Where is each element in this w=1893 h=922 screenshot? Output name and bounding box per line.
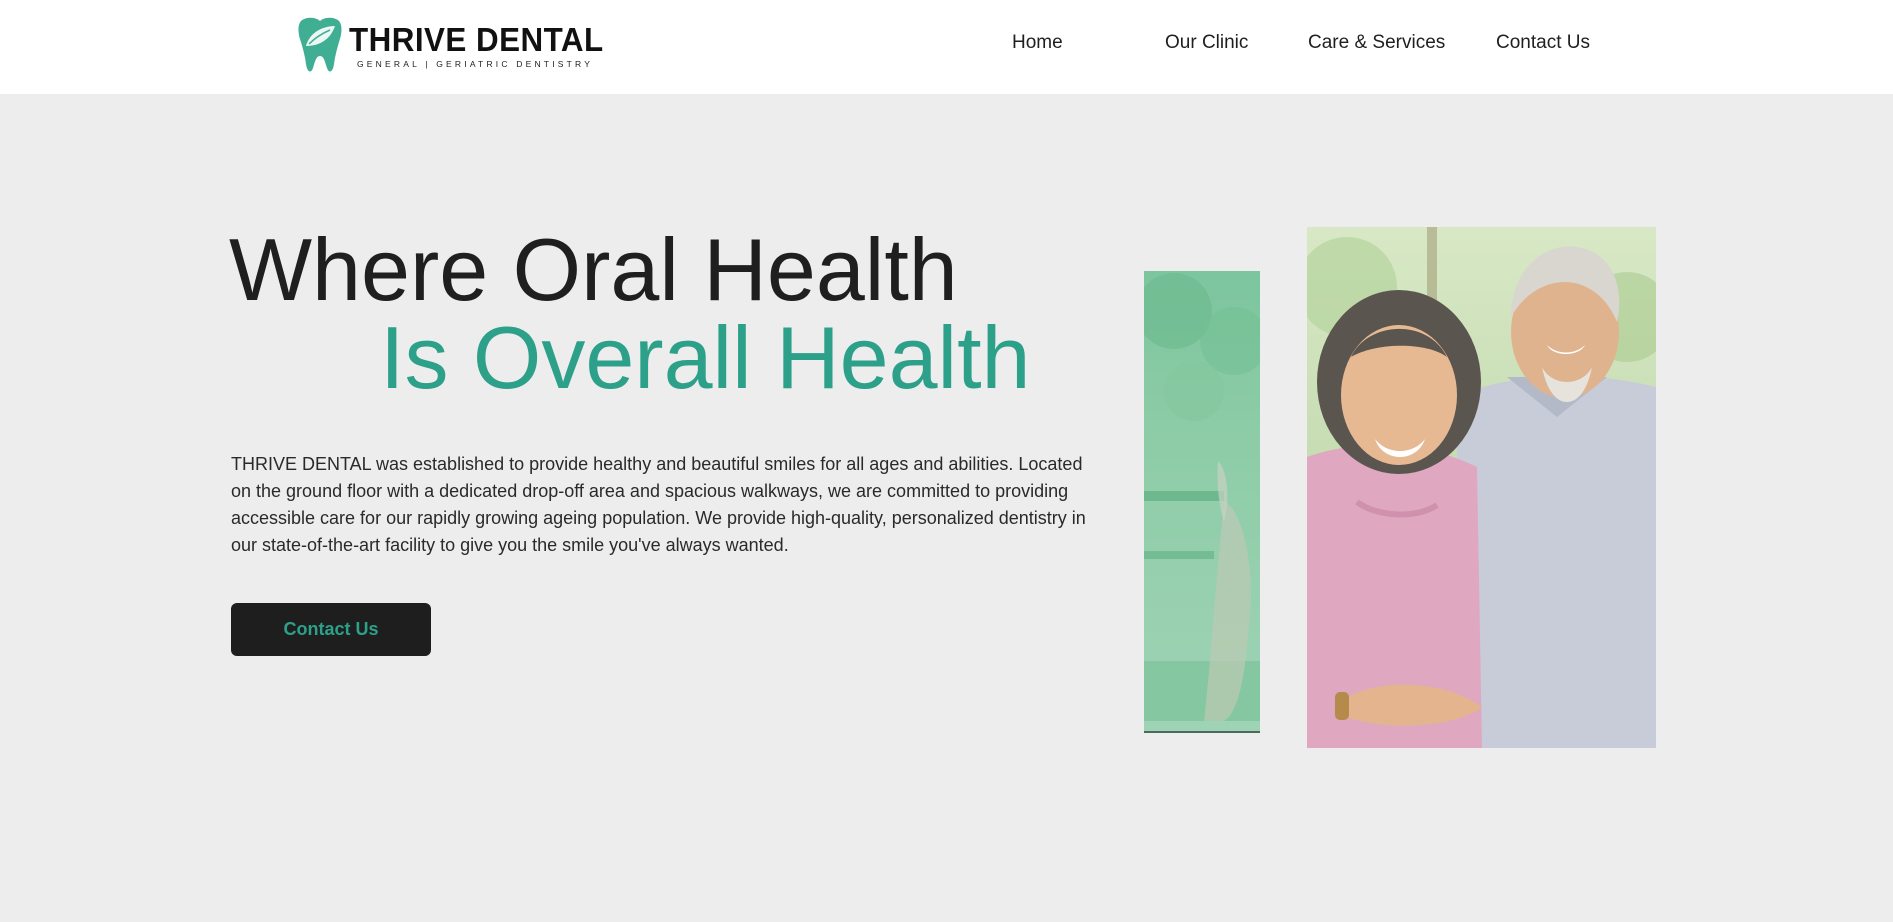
- hero-secondary-photo: [1144, 271, 1260, 733]
- brand-logo[interactable]: THRIVE DENTAL GENERAL | GERIATRIC DENTIS…: [297, 16, 617, 74]
- site-header: THRIVE DENTAL GENERAL | GERIATRIC DENTIS…: [0, 0, 1893, 94]
- hero-headline-line2: Is Overall Health: [380, 308, 1031, 407]
- hero-intro-text: THRIVE DENTAL was established to provide…: [231, 454, 1086, 555]
- brand-name: THRIVE DENTAL: [349, 20, 604, 58]
- nav-contact-us[interactable]: Contact Us: [1496, 32, 1590, 54]
- contact-us-button[interactable]: Contact Us: [231, 603, 431, 656]
- nav-care-services[interactable]: Care & Services: [1308, 32, 1445, 54]
- nav-our-clinic[interactable]: Our Clinic: [1165, 32, 1248, 54]
- nav-home[interactable]: Home: [1012, 32, 1063, 54]
- hero-headline-line1: Where Oral Health: [229, 220, 958, 319]
- hero-main-photo: [1307, 227, 1656, 748]
- brand-tagline: GENERAL | GERIATRIC DENTISTRY: [357, 58, 594, 69]
- tooth-leaf-icon: [298, 17, 342, 72]
